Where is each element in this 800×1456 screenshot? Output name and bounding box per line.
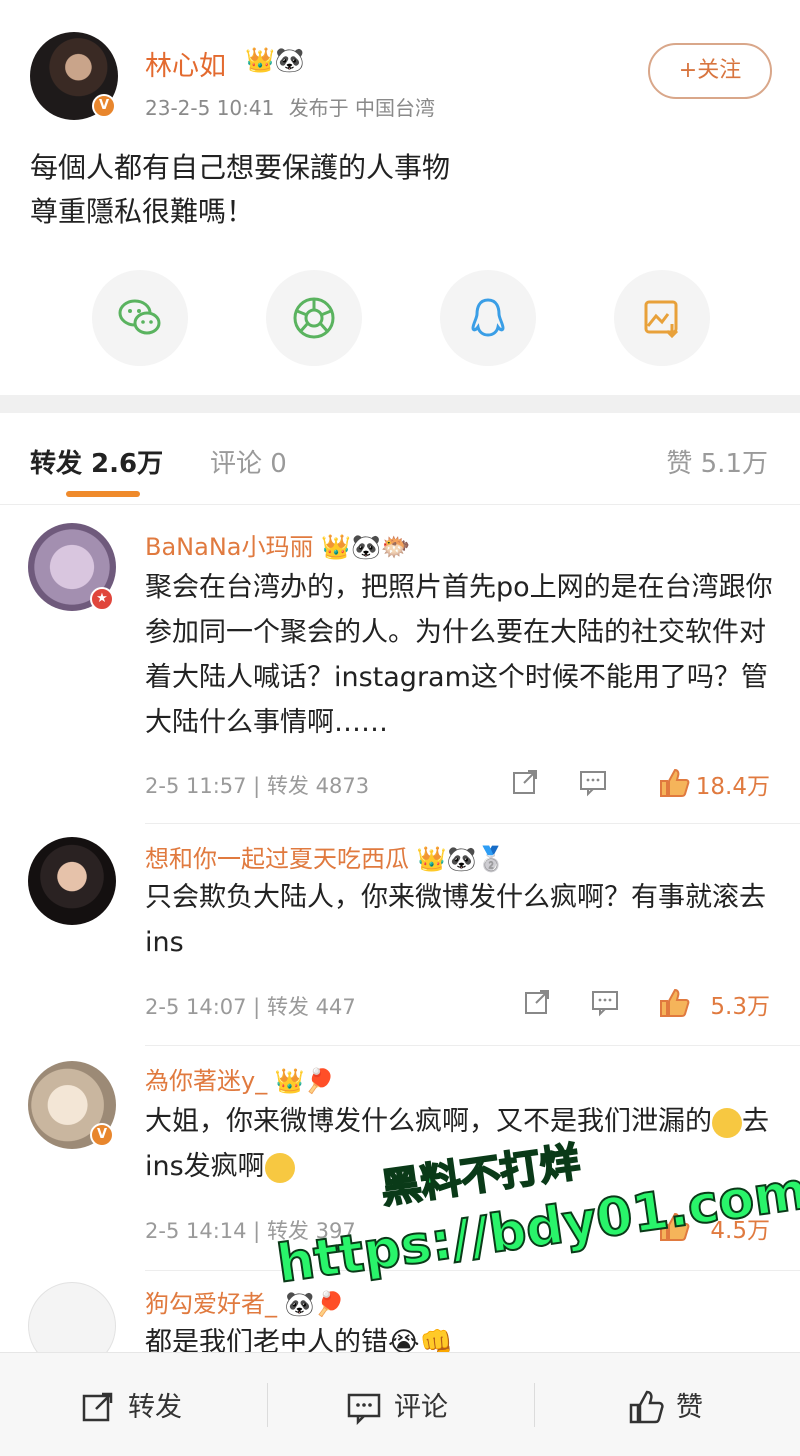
author-name[interactable]: 林心如 xyxy=(145,44,226,83)
post-meta: 23-2-5 10:41 发布于 中国台湾 xyxy=(145,92,435,121)
comment-icon xyxy=(347,1393,381,1425)
like-button[interactable]: 赞 xyxy=(628,1385,738,1425)
commenter-badges: 👑🐼🥈 xyxy=(416,845,507,873)
comment-separator xyxy=(145,1045,800,1046)
repost-icon xyxy=(82,1392,113,1422)
post-text: 每個人都有自己想要保護的人事物 尊重隱私很難嗎！ xyxy=(30,151,451,228)
commenter-badges: 👑🏓 xyxy=(274,1067,335,1095)
commenter-name[interactable]: 為你著迷y_ 👑🏓 xyxy=(145,1061,335,1096)
comment-actions: 5.3万 xyxy=(522,987,770,1020)
comment-emoji: 😭👊 xyxy=(388,1327,454,1352)
comment-text: 只会欺负大陆人，你来微博发什么疯啊？有事就滚去ins xyxy=(145,882,766,958)
commenter-name-text: 為你著迷y_ xyxy=(145,1067,268,1095)
repost-button[interactable]: 转发 xyxy=(80,1385,230,1425)
tab-bar: 转发 2.6万 评论 0 赞 5.1万 xyxy=(0,413,800,505)
post-timestamp: 23-2-5 10:41 xyxy=(145,96,275,120)
squint-emoji-icon xyxy=(712,1107,742,1138)
bar-divider xyxy=(534,1383,535,1427)
like-icon[interactable] xyxy=(658,987,690,1019)
repost-label: 转发 xyxy=(128,1392,182,1423)
commenter-avatar[interactable] xyxy=(28,837,116,925)
moments-icon[interactable] xyxy=(266,270,362,366)
like-label: 赞 xyxy=(676,1392,703,1423)
like-icon xyxy=(629,1390,664,1424)
comment-time: 2-5 14:07 xyxy=(145,995,247,1019)
commenter-badges: 👑🐼🐡 xyxy=(321,533,411,561)
comment-icon[interactable] xyxy=(590,987,620,1017)
comment-text-part: 大姐，你来微博发什么疯啊，又不是我们泄漏的 xyxy=(145,1106,712,1137)
like-icon[interactable] xyxy=(658,767,690,799)
author-badges: 👑🐼 xyxy=(245,46,305,74)
tab-like[interactable]: 赞 5.1万 xyxy=(666,443,768,480)
section-divider xyxy=(0,395,800,413)
comment-actions: 18.4万 xyxy=(510,767,770,800)
comment-text: 都是我们老中人的错😭👊 xyxy=(145,1320,775,1352)
comment-meta: 2-5 11:57 | 转发 4873 xyxy=(145,774,370,798)
like-count: 18.4万 xyxy=(695,774,770,800)
comment-text: 聚会在台湾办的，把照片首先po上网的是在台湾跟你参加同一个聚会的人。为什么要在大… xyxy=(145,572,773,738)
comment-button[interactable]: 评论 xyxy=(346,1385,496,1425)
comment-time: 2-5 14:14 xyxy=(145,1219,247,1243)
verified-badge: V xyxy=(90,1123,114,1147)
squint-emoji-icon xyxy=(264,1152,295,1183)
tab-repost[interactable]: 转发 2.6万 xyxy=(30,443,163,480)
comment-icon[interactable] xyxy=(578,767,608,797)
comment-repost-count: 转发 4873 xyxy=(266,774,370,798)
verified-badge: V xyxy=(92,94,116,118)
commenter-badges: 🐼🏓 xyxy=(284,1290,345,1318)
post-card: V 林心如 👑🐼 23-2-5 10:41 发布于 中国台湾 +关注 每個人都有… xyxy=(0,0,800,395)
comment-meta: 2-5 14:07 | 转发 447 xyxy=(145,995,356,1019)
save-image-icon[interactable] xyxy=(614,270,710,366)
comment-item: 想和你一起过夏天吃西瓜 👑🐼🥈 只会欺负大陆人，你来微博发什么疯啊？有事就滚去i… xyxy=(0,825,800,1047)
commenter-name-text: 想和你一起过夏天吃西瓜 xyxy=(145,845,409,873)
comment-item: ★ BaNaNa小玛丽 👑🐼🐡 聚会在台湾办的，把照片首先po上网的是在台湾跟你… xyxy=(0,505,800,825)
post-location: 发布于 中国台湾 xyxy=(288,96,436,120)
comment-item: 狗勾爱好者_ 🐼🏓 都是我们老中人的错😭👊 xyxy=(0,1272,800,1352)
commenter-name-text: 狗勾爱好者_ xyxy=(145,1290,277,1318)
share-row xyxy=(0,270,800,370)
comment-time: 2-5 11:57 xyxy=(145,774,247,798)
repost-icon[interactable] xyxy=(510,767,540,797)
commenter-name[interactable]: 想和你一起过夏天吃西瓜 👑🐼🥈 xyxy=(145,839,506,874)
bottom-action-bar: 转发 评论 赞 xyxy=(0,1352,800,1456)
commenter-name-text: BaNaNa小玛丽 xyxy=(145,533,314,561)
comment-label: 评论 xyxy=(394,1392,448,1423)
wechat-icon[interactable] xyxy=(92,270,188,366)
comment-separator xyxy=(145,1270,800,1271)
follow-button[interactable]: +关注 xyxy=(648,43,772,99)
comment-text-part: 都是我们老中人的错 xyxy=(145,1327,388,1352)
member-badge: ★ xyxy=(90,587,114,611)
like-count: 5.3万 xyxy=(710,994,770,1020)
repost-icon[interactable] xyxy=(522,987,552,1017)
comment-repost-count: 转发 447 xyxy=(266,995,356,1019)
commenter-avatar[interactable] xyxy=(28,1282,116,1352)
comment-separator xyxy=(145,823,800,824)
commenter-name[interactable]: BaNaNa小玛丽 👑🐼🐡 xyxy=(145,527,411,562)
tab-active-indicator xyxy=(66,491,140,497)
bar-divider xyxy=(267,1383,268,1427)
qq-icon[interactable] xyxy=(440,270,536,366)
tab-comment[interactable]: 评论 0 xyxy=(210,443,287,480)
